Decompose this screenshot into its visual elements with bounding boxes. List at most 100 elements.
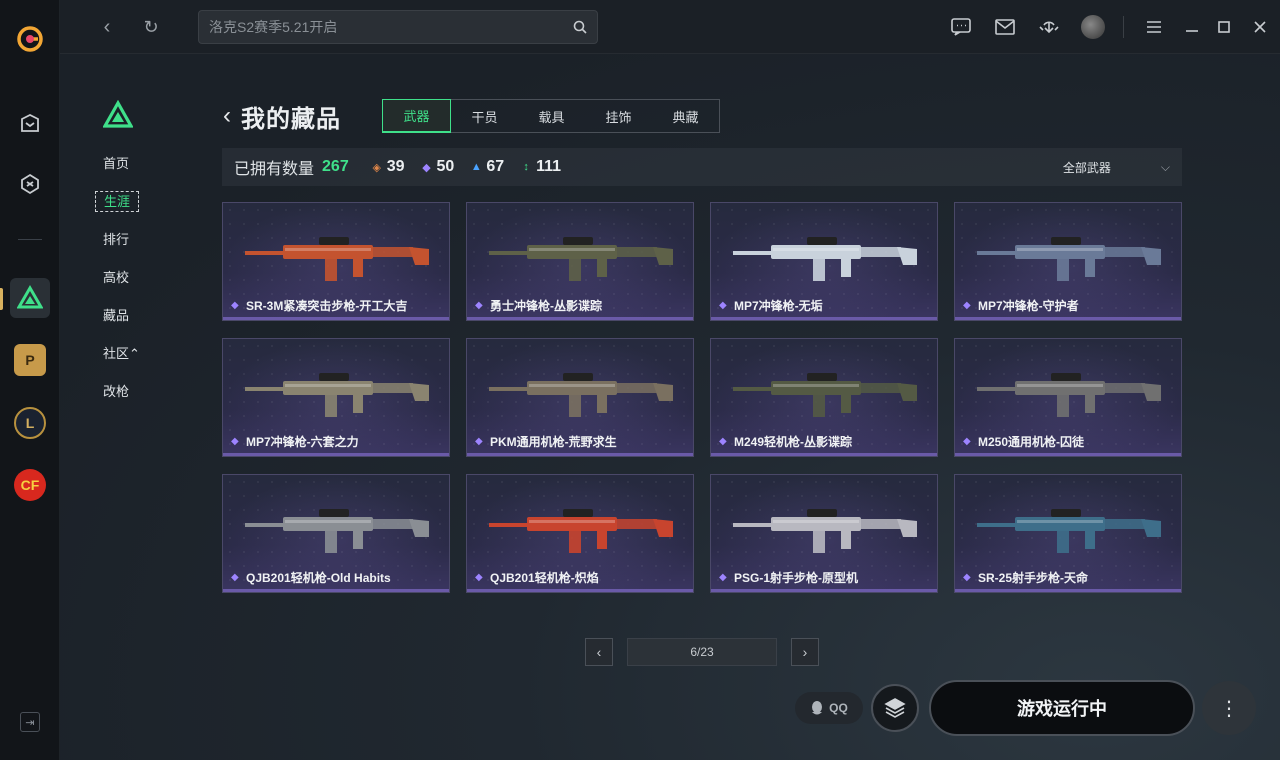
- weapon-filter-dropdown[interactable]: 全部武器 ⌵: [1063, 148, 1170, 186]
- collapse-sidebar-icon[interactable]: ⇥: [20, 712, 40, 732]
- weapon-name: SR-3M紧凑突击步枪-开工大吉: [246, 299, 408, 313]
- weapon-name: MP7冲锋枪-六套之力: [246, 435, 359, 449]
- purple-count: ◆ 50: [421, 158, 454, 176]
- subnav-item-rank[interactable]: 排行: [93, 229, 153, 267]
- weapon-card[interactable]: ◆ M249轻机枪-丛影谍踪: [710, 338, 938, 457]
- window-controls: [939, 0, 1280, 54]
- back-arrow-icon[interactable]: ‹: [223, 102, 231, 130]
- weapon-card[interactable]: ◆ PSG-1射手步枪-原型机: [710, 474, 938, 593]
- back-nav-icon[interactable]: ‹: [96, 16, 118, 38]
- purple-gem-icon: ◆: [719, 571, 727, 583]
- purple-gem-icon: ◆: [475, 299, 483, 311]
- search-input[interactable]: [209, 19, 573, 35]
- store-bag-icon[interactable]: [10, 103, 50, 143]
- weapon-card[interactable]: ◆ MP7冲锋枪-六套之力: [222, 338, 450, 457]
- maximize-icon[interactable]: [1208, 0, 1240, 54]
- purple-gem-icon: ◆: [963, 571, 971, 583]
- lol-game-icon[interactable]: L: [10, 403, 50, 443]
- subnav-item-gunsmith[interactable]: 改枪: [93, 381, 153, 419]
- refresh-icon[interactable]: ↻: [140, 16, 162, 38]
- purple-gem-icon: ◆: [963, 299, 971, 311]
- app-logo-icon[interactable]: [10, 19, 50, 59]
- subnav-item-career[interactable]: 生涯: [95, 191, 153, 229]
- subnav-item-collection[interactable]: 藏品: [93, 305, 153, 343]
- subnav-item-home[interactable]: 首页: [93, 153, 153, 191]
- page-title: 我的藏品: [241, 105, 341, 133]
- subnav-item-community[interactable]: 社区⌃: [93, 343, 153, 381]
- subnav-item-college[interactable]: 高校: [93, 267, 153, 305]
- purple-gem-icon: ◆: [422, 161, 431, 174]
- weapon-image: [977, 237, 1161, 281]
- purple-gem-icon: ◆: [231, 571, 239, 583]
- weapon-image: [245, 373, 429, 417]
- tab-vehicles[interactable]: 载具: [518, 100, 585, 132]
- prev-page-button[interactable]: ‹: [585, 638, 613, 666]
- weapon-card[interactable]: ◆ SR-3M紧凑突击步枪-开工大吉: [222, 202, 450, 321]
- delta-force-game-icon[interactable]: [10, 278, 50, 318]
- blue-count-value: 67: [486, 158, 505, 175]
- search-bar[interactable]: [198, 10, 598, 44]
- pubg-game-icon[interactable]: P: [10, 340, 50, 380]
- download-icon[interactable]: [1027, 0, 1071, 54]
- subnav-item-label: 生涯: [95, 191, 140, 212]
- close-icon[interactable]: [1240, 0, 1280, 54]
- weapon-name: MP7冲锋枪-无垢: [734, 299, 823, 313]
- green-count: ↕ 111: [520, 158, 561, 176]
- weapon-card[interactable]: ◆ MP7冲锋枪-无垢: [710, 202, 938, 321]
- toolbar-divider: [1123, 16, 1124, 38]
- more-options-icon[interactable]: ⋮: [1202, 681, 1256, 735]
- tab-charms[interactable]: 挂饰: [585, 100, 652, 132]
- minimize-icon[interactable]: [1176, 0, 1208, 54]
- filter-label: 全部武器: [1062, 160, 1111, 175]
- stats-bar: 已拥有数量 267 ◈ 39 ◆ 50 ▲ 67 ↕ 111 全部武器 ⌵: [222, 148, 1182, 186]
- weapon-card[interactable]: ◆ M250通用机枪-囚徒: [954, 338, 1182, 457]
- purple-gem-icon: ◆: [719, 435, 727, 447]
- weapon-image: [977, 509, 1161, 553]
- user-avatar[interactable]: [1071, 0, 1115, 54]
- crossfire-game-icon[interactable]: CF: [10, 465, 50, 505]
- mail-icon[interactable]: [983, 0, 1027, 54]
- page-indicator: 6/23: [627, 638, 777, 666]
- blue-count: ▲ 67: [470, 158, 504, 176]
- weapon-card[interactable]: ◆ SR-25射手步枪-天命: [954, 474, 1182, 593]
- weapon-card-label: ◆ M249轻机枪-丛影谍踪: [719, 433, 852, 450]
- weapon-name: QJB201轻机枪-炽焰: [490, 571, 599, 585]
- weapon-card-label: ◆ MP7冲锋枪-无垢: [719, 297, 823, 314]
- tab-weapons[interactable]: 武器: [382, 99, 451, 133]
- subnav-item-label: 首页: [103, 156, 130, 171]
- weapon-card[interactable]: ◆ 勇士冲锋枪-丛影谍踪: [466, 202, 694, 321]
- blue-gem-icon: ▲: [470, 161, 482, 173]
- weapon-name: MP7冲锋枪-守护者: [978, 299, 1079, 313]
- game-library-icon[interactable]: [10, 164, 50, 204]
- game-running-button[interactable]: 游戏运行中: [929, 680, 1195, 736]
- weapon-card-label: ◆ MP7冲锋枪-六套之力: [231, 433, 359, 450]
- purple-gem-icon: ◆: [475, 435, 483, 447]
- weapon-card[interactable]: ◆ PKM通用机枪-荒野求生: [466, 338, 694, 457]
- layers-button[interactable]: [871, 684, 919, 732]
- search-icon[interactable]: [573, 20, 587, 34]
- app-sidebar: P L CF ⇥: [0, 0, 60, 760]
- weapon-image: [977, 373, 1161, 417]
- weapon-card-label: ◆ SR-3M紧凑突击步枪-开工大吉: [231, 297, 407, 314]
- weapon-card-label: ◆ SR-25射手步枪-天命: [963, 569, 1088, 586]
- weapon-card-label: ◆ QJB201轻机枪-炽焰: [475, 569, 599, 586]
- menu-icon[interactable]: [1132, 0, 1176, 54]
- weapon-card[interactable]: ◆ QJB201轻机枪-Old Habits: [222, 474, 450, 593]
- pagination: ‹ 6/23 ›: [585, 638, 819, 666]
- weapon-card[interactable]: ◆ QJB201轻机枪-炽焰: [466, 474, 694, 593]
- chat-icon[interactable]: [939, 0, 983, 54]
- main-content: 首页 生涯 排行 高校 藏品 社区⌃ 改枪 ‹ 我的藏品 武器 干员 载具 挂饰…: [60, 54, 1280, 760]
- weapon-card[interactable]: ◆ MP7冲锋枪-守护者: [954, 202, 1182, 321]
- purple-gem-icon: ◆: [231, 299, 239, 311]
- subnav-item-label: 社区⌃: [103, 346, 140, 361]
- qq-button[interactable]: QQ: [795, 692, 863, 724]
- next-page-button[interactable]: ›: [791, 638, 819, 666]
- tab-operators[interactable]: 干员: [451, 100, 518, 132]
- weapon-card-label: ◆ PSG-1射手步枪-原型机: [719, 569, 858, 586]
- tab-collector[interactable]: 典藏: [652, 100, 719, 132]
- weapon-image: [489, 509, 673, 553]
- gold-count: ◈ 39: [371, 158, 404, 176]
- purple-gem-icon: ◆: [475, 571, 483, 583]
- subnav-item-label: 改枪: [103, 384, 130, 399]
- qq-penguin-icon: [812, 701, 823, 715]
